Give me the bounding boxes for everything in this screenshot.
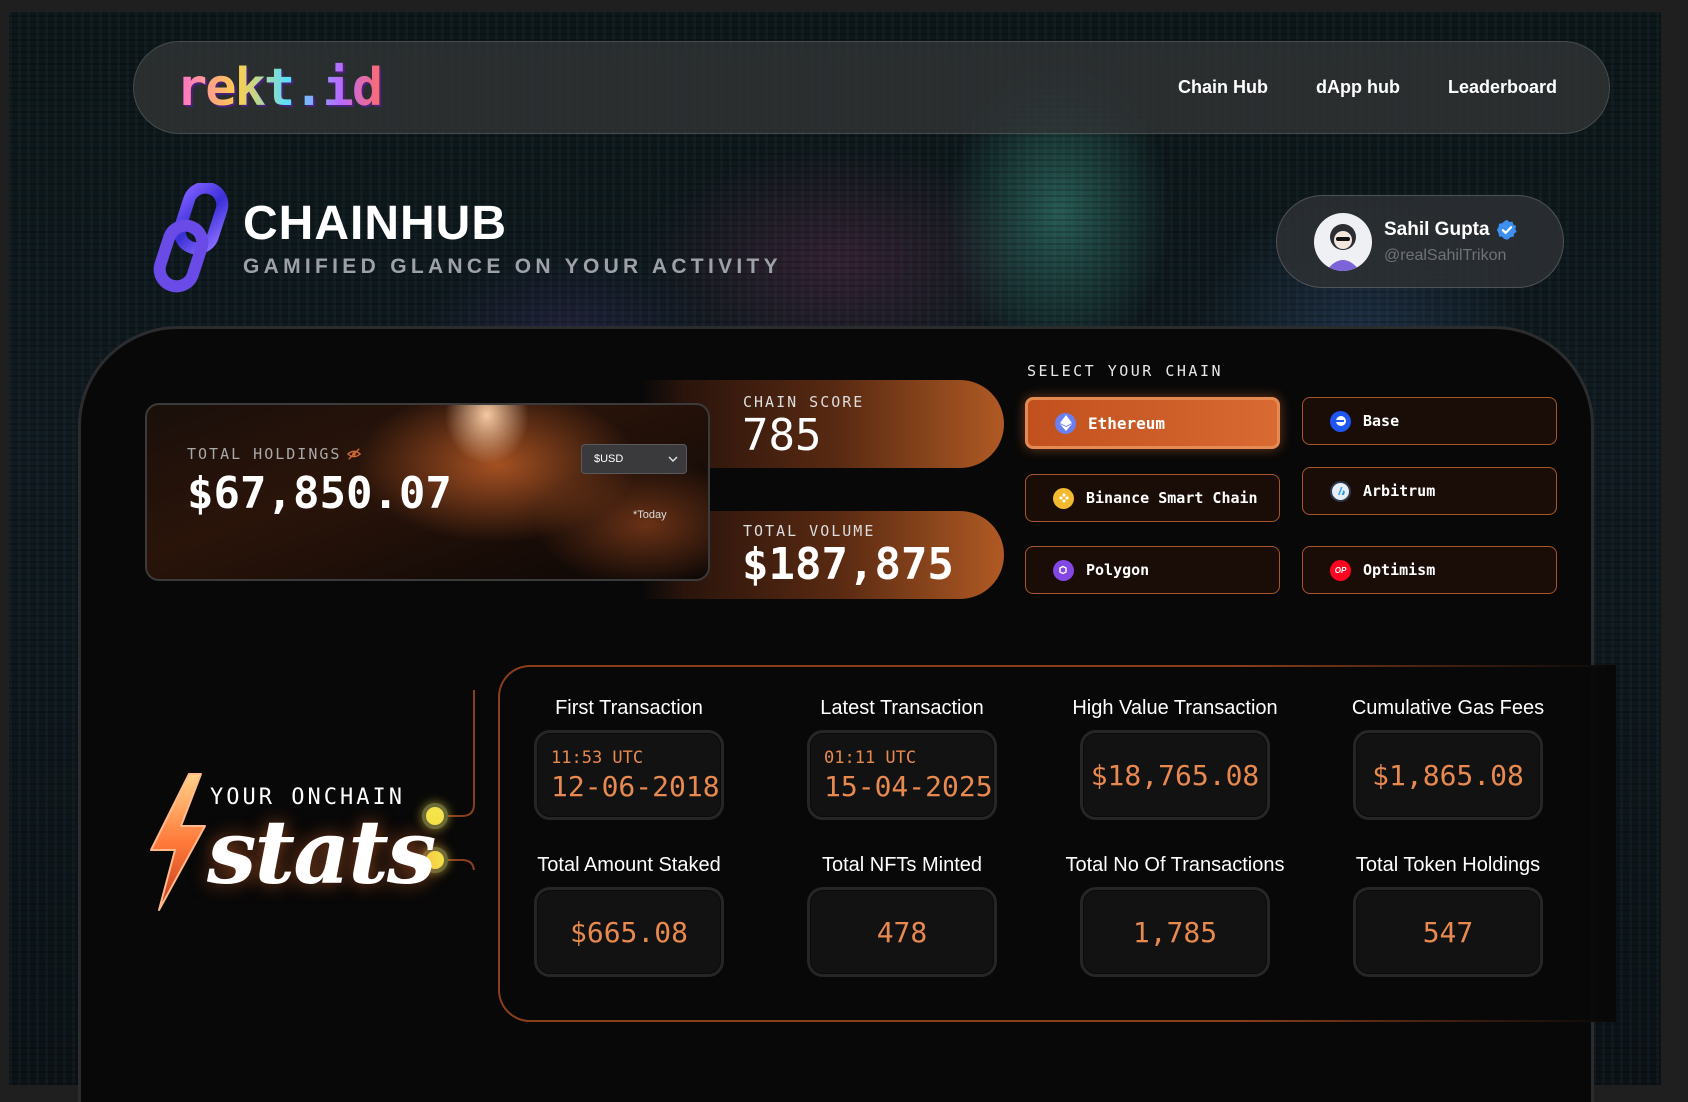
profile-name: Sahil Gupta	[1384, 218, 1490, 240]
stats-connector	[440, 690, 475, 870]
stat-value: $18,765.08	[1090, 758, 1260, 792]
chain-option-label: Optimism	[1363, 561, 1436, 579]
stat-label-total-amount-staked: Total Amount Staked	[537, 854, 721, 876]
page-subtitle: GAMIFIED GLANCE ON YOUR ACTIVITY	[243, 255, 782, 278]
stat-value-latest-transaction: 01:11 UTC 15-04-2025	[807, 730, 997, 820]
total-holdings-label-text: TOTAL HOLDINGS	[187, 445, 342, 463]
stat-value-total-token-holdings: 547	[1353, 887, 1543, 977]
chain-option-binance-smart-chain[interactable]: Binance Smart Chain	[1025, 474, 1280, 522]
nav-link-dapp-hub[interactable]: dApp hub	[1316, 77, 1400, 98]
chain-option-ethereum[interactable]: Ethereum	[1025, 397, 1280, 449]
select-chain-label: SELECT YOUR CHAIN	[1027, 362, 1224, 380]
total-holdings-card: TOTAL HOLDINGS $67,850.07 $USD *Today	[145, 403, 710, 581]
profile-handle: @realSahilTrikon	[1384, 246, 1507, 264]
chain-option-arbitrum[interactable]: Arbitrum	[1302, 467, 1557, 515]
top-nav: rekt.id Chain Hub dApp hub Leaderboard	[133, 41, 1610, 134]
chain-option-label: Ethereum	[1088, 413, 1166, 433]
lightning-bolt-icon	[150, 773, 206, 911]
stat-value-total-transactions: 1,785	[1080, 887, 1270, 977]
avatar-illustration-icon	[1326, 223, 1360, 271]
total-volume-value: $187,875	[742, 539, 954, 590]
nav-links: Chain Hub dApp hub Leaderboard	[1178, 77, 1557, 98]
chain-option-label: Base	[1363, 412, 1400, 430]
rekt-logo[interactable]: rekt.id	[176, 58, 383, 118]
stat-value-first-transaction: 11:53 UTC 12-06-2018	[534, 730, 724, 820]
chain-option-label: Binance Smart Chain	[1086, 489, 1258, 507]
verified-badge-icon	[1496, 219, 1517, 240]
chain-score-value: 785	[742, 410, 822, 461]
stat-value-total-nfts-minted: 478	[807, 887, 997, 977]
chain-link-icon	[153, 183, 229, 293]
ethereum-icon	[1055, 412, 1076, 434]
stat-value-total-amount-staked: $665.08	[534, 887, 724, 977]
currency-select-value: $USD	[594, 453, 624, 465]
total-holdings-label: TOTAL HOLDINGS	[187, 445, 362, 463]
chevron-down-icon	[668, 456, 678, 462]
stat-value: 547	[1422, 915, 1474, 949]
stat-value-cumulative-gas-fees: $1,865.08	[1353, 730, 1543, 820]
chain-option-label: Arbitrum	[1363, 482, 1436, 500]
stat-label-total-nfts-minted: Total NFTs Minted	[821, 854, 983, 876]
stat-label-total-transactions: Total No Of Transactions	[1065, 854, 1285, 876]
arbitrum-icon	[1330, 480, 1351, 502]
polygon-icon	[1053, 559, 1074, 581]
eye-off-icon[interactable]	[347, 447, 362, 461]
stat-label-first-transaction: First Transaction	[555, 697, 703, 719]
profile-card[interactable]: Sahil Gupta @realSahilTrikon	[1276, 195, 1564, 288]
base-icon	[1330, 410, 1351, 432]
page-title: CHAINHUB	[243, 197, 507, 250]
stat-value: $665.08	[569, 915, 688, 949]
stat-label-cumulative-gas-fees: Cumulative Gas Fees	[1351, 697, 1545, 719]
stat-date: 12-06-2018	[551, 769, 720, 803]
stat-time: 01:11 UTC	[824, 747, 917, 768]
stat-value: 478	[876, 915, 928, 949]
stat-time: 11:53 UTC	[551, 747, 644, 768]
nav-link-chain-hub[interactable]: Chain Hub	[1178, 77, 1268, 98]
stat-label-total-token-holdings: Total Token Holdings	[1355, 854, 1541, 876]
stat-value: 1,785	[1132, 915, 1218, 949]
nav-link-leaderboard[interactable]: Leaderboard	[1448, 77, 1557, 98]
total-volume-label: TOTAL VOLUME	[743, 522, 876, 540]
stats-heading-big: stats	[207, 800, 436, 904]
stat-label-high-value-transaction: High Value Transaction	[1072, 697, 1278, 719]
chain-option-optimism[interactable]: OP Optimism	[1302, 546, 1557, 594]
chain-score-label: CHAIN SCORE	[743, 393, 865, 411]
chain-option-base[interactable]: Base	[1302, 397, 1557, 445]
total-holdings-value: $67,850.07	[187, 468, 452, 519]
binance-icon	[1053, 487, 1074, 509]
optimism-icon: OP	[1330, 559, 1351, 581]
holdings-today-note: *Today	[633, 509, 667, 521]
stat-value-high-value-transaction: $18,765.08	[1080, 730, 1270, 820]
avatar	[1314, 212, 1372, 271]
chain-option-polygon[interactable]: Polygon	[1025, 546, 1280, 594]
stat-label-latest-transaction: Latest Transaction	[820, 697, 984, 719]
stat-value: $1,865.08	[1372, 758, 1524, 792]
chain-option-label: Polygon	[1086, 561, 1150, 579]
currency-select[interactable]: $USD	[581, 444, 687, 474]
stat-date: 15-04-2025	[824, 769, 993, 803]
